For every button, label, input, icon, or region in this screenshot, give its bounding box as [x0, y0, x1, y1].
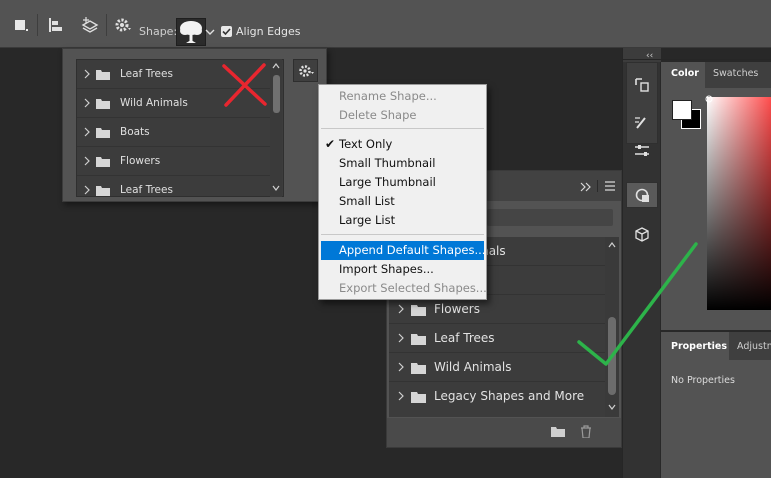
context-menu: Rename Shape... Delete Shape ✔ Text Only …	[318, 84, 487, 300]
new-folder-icon	[551, 427, 565, 437]
align-edges-checkbox[interactable]	[221, 26, 232, 37]
scrollbar-thumb[interactable]	[273, 75, 280, 113]
shape-preview[interactable]	[176, 18, 206, 46]
list-item[interactable]: Leaf Trees	[389, 324, 605, 353]
menu-item-small-list[interactable]: Small List	[321, 192, 484, 211]
folder-icon	[96, 99, 110, 109]
chevron-right-icon	[398, 333, 404, 343]
history-icon[interactable]	[628, 72, 656, 98]
menu-item-small-thumbnail[interactable]: Small Thumbnail	[321, 154, 484, 173]
folder-icon	[96, 128, 110, 138]
divider	[37, 14, 38, 36]
no-properties-text: No Properties	[671, 375, 735, 386]
chevron-right-icon	[84, 185, 90, 195]
options-bar: Shape: Align Edges	[0, 0, 771, 48]
tab-color[interactable]: Color	[671, 68, 699, 79]
tree-icon	[180, 21, 202, 43]
gear-icon[interactable]	[112, 14, 134, 36]
menu-item-text-only[interactable]: ✔ Text Only	[321, 135, 484, 154]
menu-item-append-default-shapes[interactable]: Append Default Shapes...	[321, 241, 485, 260]
menu-item-export-selected-shapes: Export Selected Shapes...	[339, 281, 487, 295]
arrange-icon[interactable]	[79, 14, 101, 36]
color-panel-tabs: Color Swatches	[661, 62, 771, 88]
menu-separator	[321, 128, 484, 129]
align-icon[interactable]	[45, 14, 67, 36]
folder-icon	[411, 305, 426, 316]
chevron-right-icon	[84, 98, 90, 108]
menu-item-rename-shape: Rename Shape...	[339, 89, 437, 103]
folder-icon	[411, 392, 426, 403]
list-item[interactable]: Boats	[77, 118, 271, 147]
chevron-up-icon	[272, 63, 280, 69]
divider	[106, 14, 107, 36]
panel-menu-icon	[605, 181, 615, 191]
tab-adjustments[interactable]: Adjustm	[737, 341, 771, 352]
shapes-search-input[interactable]	[487, 209, 613, 226]
collapse-icon	[580, 182, 591, 192]
shape-label: Shape:	[139, 25, 178, 38]
red-cross-annotation	[222, 63, 267, 107]
folder-icon	[96, 186, 110, 196]
divider	[597, 180, 598, 192]
brush-icon[interactable]	[628, 110, 656, 136]
folder-icon	[96, 70, 110, 80]
menu-separator	[321, 234, 484, 235]
picker-settings-button[interactable]	[293, 59, 318, 82]
scrollbar[interactable]	[270, 59, 282, 197]
list-item[interactable]: Legacy Shapes and More	[389, 382, 605, 411]
chevron-right-icon	[84, 69, 90, 79]
checkmark-icon: ✔	[325, 137, 336, 151]
chevron-down-icon	[608, 404, 616, 410]
color-picker-handle	[705, 95, 713, 103]
chevron-right-icon	[398, 304, 404, 314]
align-edges-label: Align Edges	[236, 25, 301, 38]
rectangle-shape-icon[interactable]	[10, 14, 32, 36]
chevron-right-icon	[398, 362, 404, 372]
collapse-panels-icon[interactable]: ‹‹	[646, 51, 653, 61]
foreground-color-swatch[interactable]	[672, 100, 692, 120]
shape-picker-popover: Leaf Trees Wild Animals Boats Flowers Le…	[62, 48, 327, 202]
folder-icon	[411, 363, 426, 374]
folder-icon	[96, 157, 110, 167]
menu-item-import-shapes[interactable]: Import Shapes...	[321, 260, 484, 279]
chevron-down-icon[interactable]	[205, 27, 215, 37]
menu-item-delete-shape: Delete Shape	[339, 108, 417, 122]
adjustments-icon[interactable]	[628, 138, 656, 164]
menu-item-large-thumbnail[interactable]: Large Thumbnail	[321, 173, 484, 192]
menu-item-large-list[interactable]: Large List	[321, 211, 484, 230]
shapes-panel-footer	[387, 418, 621, 447]
color-picker-field[interactable]	[707, 97, 771, 310]
list-item[interactable]: Wild Animals	[389, 353, 605, 382]
gear-icon	[299, 65, 314, 77]
chevron-right-icon	[398, 391, 404, 401]
chevron-right-icon	[84, 156, 90, 166]
green-checkmark-annotation	[577, 242, 698, 366]
chevron-right-icon	[84, 127, 90, 137]
tab-swatches[interactable]: Swatches	[713, 68, 758, 79]
list-item[interactable]: Flowers	[77, 147, 271, 176]
divider	[622, 59, 771, 60]
folder-icon	[411, 334, 426, 345]
chevron-down-icon	[272, 185, 280, 191]
shapes-panel-icon[interactable]	[628, 182, 656, 208]
list-item[interactable]: Leaf Trees	[77, 176, 271, 196]
trash-icon	[581, 425, 591, 438]
